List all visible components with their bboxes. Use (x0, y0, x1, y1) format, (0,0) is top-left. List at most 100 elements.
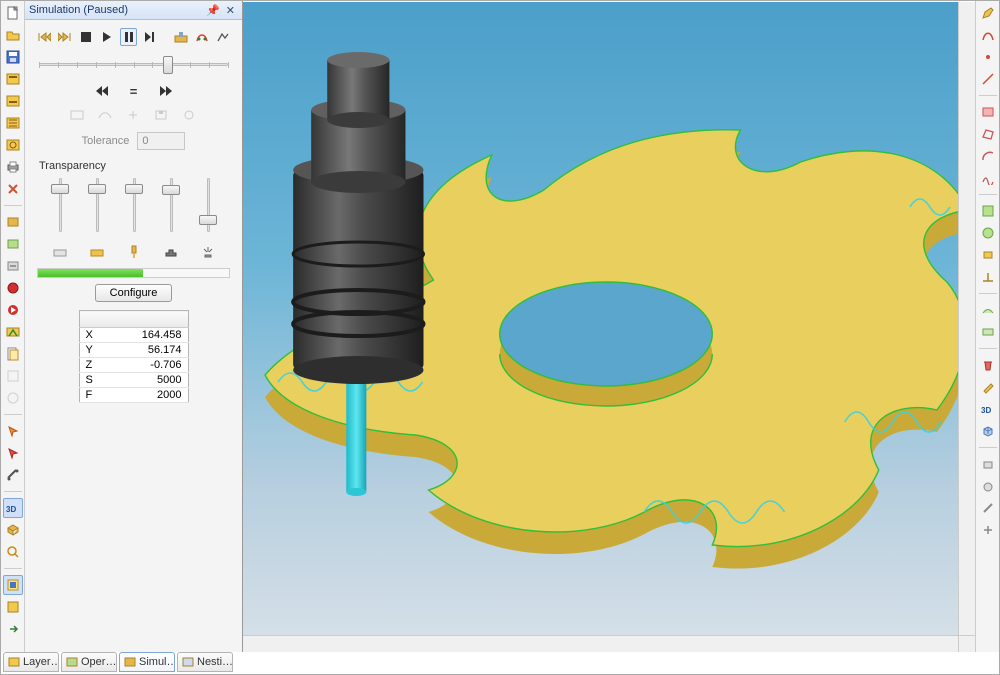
open-icon[interactable] (3, 25, 23, 45)
part-icon[interactable] (89, 244, 105, 260)
stop-icon[interactable] (3, 278, 23, 298)
bottom-tab-2[interactable]: Simul… (119, 652, 175, 672)
rt-box-icon[interactable] (978, 421, 998, 441)
rt-pencil-icon[interactable] (978, 3, 998, 23)
bottom-tab-0[interactable]: Layer… (3, 652, 59, 672)
reset-end-icon[interactable] (56, 28, 73, 46)
arrow-right-icon[interactable] (3, 619, 23, 639)
rt-trash-icon[interactable] (978, 355, 998, 375)
rt-3d-icon[interactable]: 3D (978, 399, 998, 419)
rt-surf1-icon[interactable] (978, 300, 998, 320)
viewport-scrollbar-v[interactable] (958, 2, 975, 635)
rt-arc-icon[interactable] (978, 146, 998, 166)
configure-button[interactable]: Configure (95, 284, 173, 302)
rt-m4-icon[interactable] (978, 520, 998, 540)
fit-icon[interactable] (3, 542, 23, 562)
coord-key: Y (79, 343, 103, 358)
layers-a-icon[interactable] (3, 575, 23, 595)
rt-op1-icon[interactable] (978, 201, 998, 221)
coord-key: Z (79, 358, 103, 373)
view-3d-icon[interactable]: 3D (3, 498, 23, 518)
ops-d-icon[interactable] (3, 135, 23, 155)
view-iso-icon[interactable] (3, 520, 23, 540)
coord-value: 5000 (103, 373, 188, 388)
fastfwd-icon[interactable] (157, 82, 175, 100)
proc-c-icon[interactable] (3, 256, 23, 276)
transparency-icons (35, 244, 232, 260)
rewind-icon[interactable] (93, 82, 111, 100)
viewport-scrollbar-h[interactable] (243, 635, 958, 652)
rt-poly-icon[interactable] (978, 124, 998, 144)
rt-edit-icon[interactable] (978, 377, 998, 397)
stock-icon[interactable] (52, 244, 68, 260)
docs-icon[interactable] (3, 344, 23, 364)
delete-icon[interactable] (3, 179, 23, 199)
coord-value: -0.706 (103, 358, 188, 373)
mode-b-icon[interactable] (193, 28, 210, 46)
mode-a-icon[interactable] (172, 28, 189, 46)
rt-surf2-icon[interactable] (978, 322, 998, 342)
trans-slider-2[interactable] (90, 176, 104, 234)
rt-op2-icon[interactable] (978, 223, 998, 243)
save-icon[interactable] (3, 47, 23, 67)
pick-b-icon[interactable] (3, 443, 23, 463)
print-icon[interactable] (3, 157, 23, 177)
ops-c-icon[interactable] (3, 113, 23, 133)
machine-icon[interactable] (200, 244, 216, 260)
rt-m3-icon[interactable] (978, 498, 998, 518)
proc-b-icon[interactable] (3, 234, 23, 254)
tab-label: Oper… (81, 656, 116, 668)
coord-value: 56.174 (103, 343, 188, 358)
trans-slider-5[interactable] (201, 176, 215, 234)
post-icon[interactable] (3, 322, 23, 342)
tab-icon (124, 656, 136, 668)
rt-op3-icon[interactable] (978, 245, 998, 265)
ops-a-icon[interactable] (3, 69, 23, 89)
tab-icon (182, 656, 194, 668)
coord-key: S (79, 373, 103, 388)
tool-icon[interactable] (126, 244, 142, 260)
disabled-tools-row (35, 108, 232, 124)
pin-icon[interactable]: 📌 (203, 4, 223, 17)
mode-c-icon[interactable] (215, 28, 232, 46)
right-toolbar: 3D (975, 1, 999, 652)
trans-slider-4[interactable] (164, 176, 178, 234)
rt-rect-icon[interactable] (978, 102, 998, 122)
measure-icon[interactable] (3, 465, 23, 485)
pause-button[interactable] (120, 28, 137, 46)
tolerance-row: Tolerance (35, 132, 232, 150)
trans-slider-1[interactable] (53, 176, 67, 234)
coord-table: X164.458Y56.174Z-0.706S5000F2000 (79, 310, 189, 403)
equals-icon[interactable]: = (125, 82, 143, 100)
rt-point-icon[interactable] (978, 47, 998, 67)
rt-op4-icon[interactable] (978, 267, 998, 287)
close-icon[interactable]: ✕ (223, 4, 238, 17)
play-button[interactable] (99, 28, 116, 46)
viewport-3d[interactable] (243, 1, 975, 652)
bottom-tab-1[interactable]: Oper… (61, 652, 117, 672)
reset-start-icon[interactable] (35, 28, 52, 46)
bottom-tab-3[interactable]: Nesti… (177, 652, 233, 672)
coord-value: 2000 (103, 388, 188, 403)
tolerance-input (137, 132, 185, 150)
run-icon[interactable] (3, 300, 23, 320)
rt-curve-icon[interactable] (978, 25, 998, 45)
layers-b-icon[interactable] (3, 597, 23, 617)
pick-a-icon[interactable] (3, 421, 23, 441)
tab-label: Layer… (23, 656, 59, 668)
step-fwd-icon[interactable] (141, 28, 158, 46)
holder-icon[interactable] (163, 244, 179, 260)
rt-path-icon[interactable] (978, 168, 998, 188)
proc-a-icon[interactable] (3, 212, 23, 232)
d2-icon (97, 108, 115, 124)
ops-b-icon[interactable] (3, 91, 23, 111)
speed-slider[interactable] (39, 52, 228, 78)
rt-m2-icon[interactable] (978, 476, 998, 496)
rt-m1-icon[interactable] (978, 454, 998, 474)
tab-icon (8, 656, 20, 668)
rt-line-icon[interactable] (978, 69, 998, 89)
stop-button[interactable] (77, 28, 94, 46)
new-icon[interactable] (3, 3, 23, 23)
d1-icon (69, 108, 87, 124)
trans-slider-3[interactable] (127, 176, 141, 234)
